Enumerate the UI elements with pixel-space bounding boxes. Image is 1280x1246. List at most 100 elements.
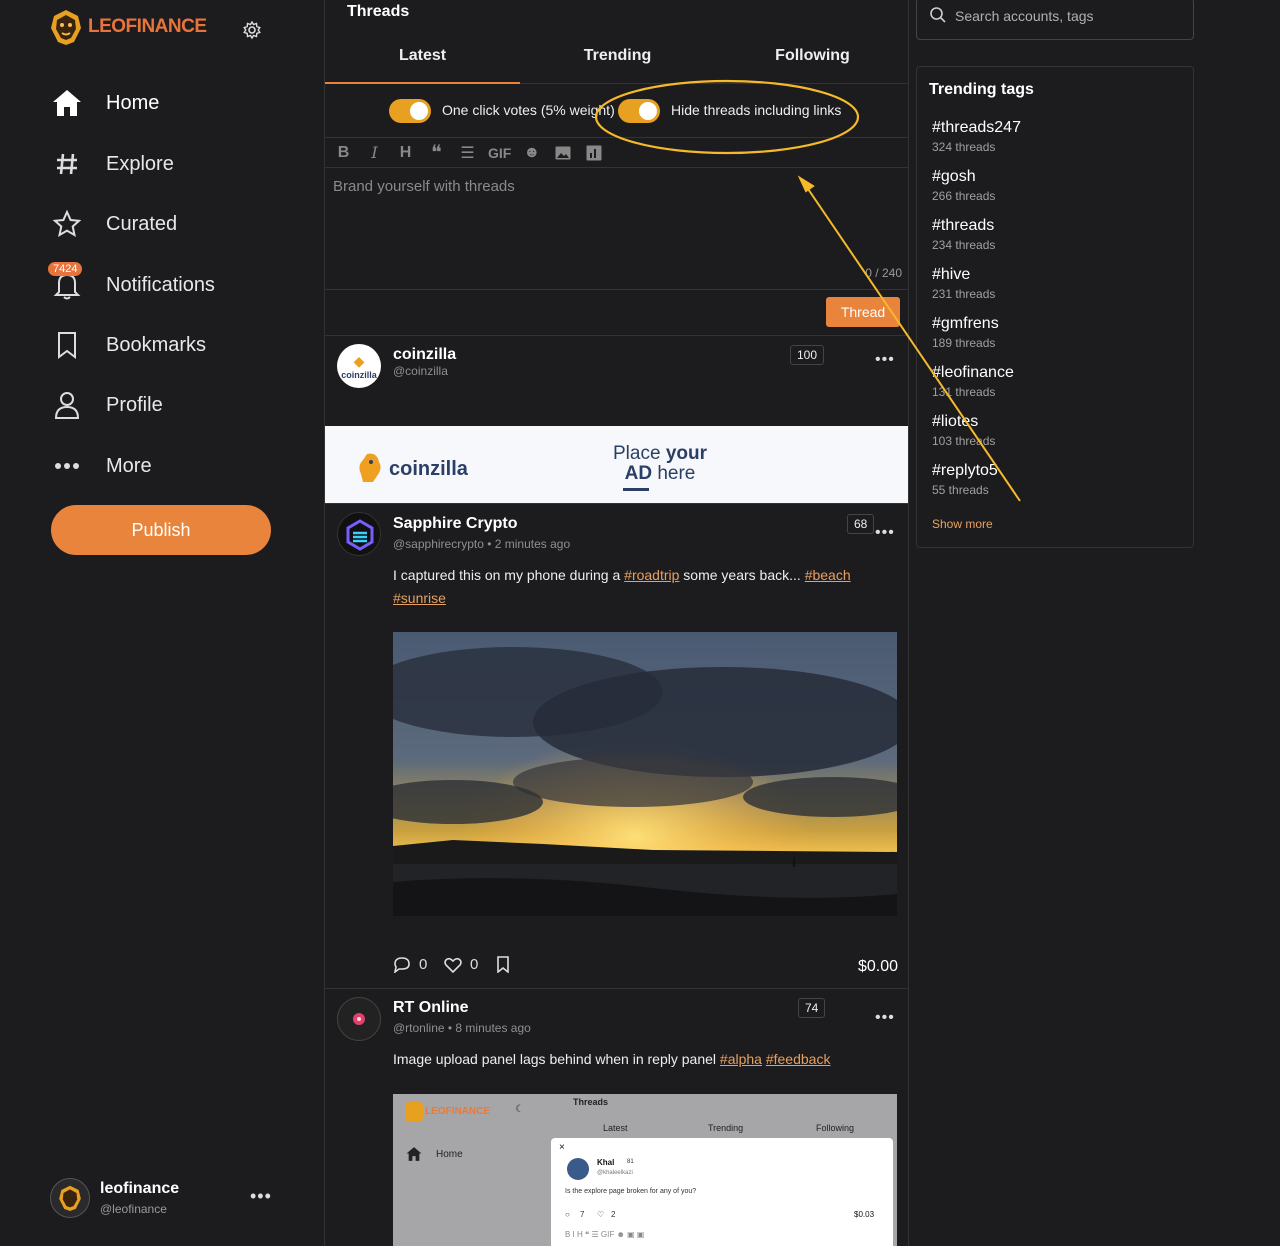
post-menu-icon[interactable]: ••• [875, 524, 895, 542]
nav-item-explore[interactable]: Explore [50, 139, 310, 189]
tab-latest[interactable]: Latest [325, 32, 520, 84]
account-menu-icon[interactable]: ••• [250, 1186, 272, 1207]
nav-item-curated[interactable]: Curated [50, 199, 310, 249]
payout-value[interactable]: $0.00 [858, 958, 898, 976]
heart-icon: ♡ [597, 1210, 605, 1219]
star-icon [50, 207, 84, 241]
hashtag-link[interactable]: #roadtrip [624, 567, 679, 583]
coinzilla-mascot-icon: ◆ [353, 352, 365, 369]
post-body: Image upload panel lags behind when in r… [393, 1048, 883, 1071]
lion-logo-icon [405, 1102, 423, 1122]
lion-logo-icon [51, 10, 81, 45]
trending-tag[interactable]: #threads 234 threads [932, 217, 995, 252]
trending-tag-count: 234 threads [932, 238, 996, 252]
avatar [567, 1158, 589, 1180]
embedded-tab: Trending [708, 1123, 744, 1133]
trending-tag[interactable]: #hive 231 threads [932, 266, 995, 301]
embedded-brand: LEOFINANCE [425, 1106, 490, 1117]
embedded-nav-home: Home [436, 1149, 463, 1160]
trending-tag[interactable]: #liotes 103 threads [932, 413, 995, 448]
trending-tag[interactable]: #leofinance 131 threads [932, 364, 1014, 399]
post-image[interactable] [393, 632, 897, 916]
bookmark-icon [497, 956, 509, 973]
poll-icon[interactable] [583, 142, 604, 163]
post-menu-icon[interactable]: ••• [875, 1009, 895, 1027]
tab-trending[interactable]: Trending [520, 32, 715, 83]
publish-button[interactable]: Publish [51, 505, 271, 555]
trending-tag-name: #liotes [932, 413, 979, 430]
nav-item-bookmarks[interactable]: Bookmarks [50, 320, 310, 370]
italic-icon[interactable]: I [364, 142, 385, 163]
trending-tag-name: #gosh [932, 168, 976, 185]
post-actions: 0 0 $0.00 [393, 956, 898, 980]
tab-following[interactable]: Following [715, 32, 908, 83]
post-author[interactable]: Sapphire Crypto [393, 515, 517, 533]
one-click-votes-toggle[interactable] [389, 99, 431, 123]
hide-links-label: Hide threads including links [671, 102, 842, 118]
search-input[interactable] [955, 5, 1185, 27]
like-button[interactable]: 0 [444, 956, 478, 973]
avatar[interactable] [337, 512, 381, 556]
trending-tag-name: #threads [932, 217, 995, 234]
trending-tag[interactable]: #gmfrens 189 threads [932, 315, 999, 350]
heading-icon[interactable]: H [395, 142, 416, 163]
thread-input[interactable] [333, 178, 893, 258]
post-time: 2 minutes ago [494, 537, 571, 551]
show-more-link[interactable]: Show more [932, 517, 993, 531]
reputation-badge: 100 [790, 345, 825, 365]
trending-tag-count: 103 threads [932, 434, 996, 448]
nav-item-profile[interactable]: Profile [50, 380, 310, 430]
post-image[interactable]: LEOFINANCE ☾ Threads Latest Trending Fol… [393, 1094, 897, 1246]
trending-tag-name: #replyto5 [932, 462, 998, 479]
hashtag-link[interactable]: #beach [805, 567, 851, 583]
thread-submit-button[interactable]: Thread [826, 297, 900, 327]
bold-icon[interactable]: B [333, 142, 354, 163]
post-author[interactable]: coinzilla [393, 346, 456, 364]
trending-title: Trending tags [929, 81, 1034, 98]
image-icon[interactable] [552, 142, 573, 163]
trending-tag[interactable]: #replyto5 55 threads [932, 462, 998, 497]
comment-icon [393, 957, 410, 973]
hashtag-link[interactable]: #alpha [720, 1051, 762, 1067]
avatar[interactable]: ◆ coinzilla [337, 344, 381, 388]
post-handle[interactable]: @rtonline [393, 1021, 445, 1035]
embedded-handle: @khaleelkazi [597, 1170, 633, 1176]
comment-button[interactable]: 0 [393, 956, 427, 973]
comment-icon: ○ [565, 1210, 570, 1219]
trending-tag[interactable]: #threads247 324 threads [932, 119, 1021, 154]
nav-item-more[interactable]: More [50, 441, 310, 491]
search-box [916, 0, 1194, 40]
hide-links-toggle[interactable] [618, 99, 660, 123]
nav-label-curated: Curated [106, 212, 178, 235]
brand-logo[interactable]: LEOFINANCE [48, 8, 207, 46]
ad-banner[interactable]: coinzilla Place your AD here [325, 426, 908, 503]
trending-tag[interactable]: #gosh 266 threads [932, 168, 995, 203]
gear-icon[interactable] [242, 20, 262, 40]
account-switcher[interactable]: leofinance @leofinance ••• [50, 1176, 280, 1220]
post-menu-icon[interactable]: ••• [875, 351, 895, 369]
post-body: I captured this on my phone during a #ro… [393, 564, 883, 610]
nav-label-profile: Profile [106, 393, 163, 416]
nav-item-home[interactable]: Home [50, 78, 310, 128]
hashtag-link[interactable]: #sunrise [393, 590, 446, 606]
avatar [50, 1178, 90, 1218]
bookmark-button[interactable] [496, 956, 510, 973]
post-handle[interactable]: @sapphirecrypto [393, 537, 484, 551]
avatar[interactable] [337, 997, 381, 1041]
trending-tags-panel: Trending tags #threads247 324 threads #go… [916, 66, 1194, 548]
nav-item-notifications[interactable]: 7424 Notifications [48, 260, 310, 310]
ad-text-your: your [665, 443, 707, 464]
sapphire-logo-icon [346, 519, 374, 551]
post-handle[interactable]: @coinzilla [393, 364, 448, 378]
gif-button[interactable]: GIF [488, 145, 511, 161]
emoji-icon[interactable]: ☻ [521, 142, 542, 163]
nav-label-more: More [106, 454, 152, 477]
list-icon[interactable]: ☰ [457, 142, 478, 163]
post-text: I captured this on my phone during a [393, 567, 625, 583]
hashtag-link[interactable]: #feedback [766, 1051, 831, 1067]
quote-icon[interactable]: ❝ [426, 142, 447, 164]
embedded-toolbar: B I H ❝ ☰ GIF ☻ ▣ ▣ [565, 1230, 645, 1239]
post-author[interactable]: RT Online [393, 999, 469, 1017]
trending-tag-count: 231 threads [932, 287, 996, 301]
embedded-user: Khal [597, 1158, 615, 1167]
